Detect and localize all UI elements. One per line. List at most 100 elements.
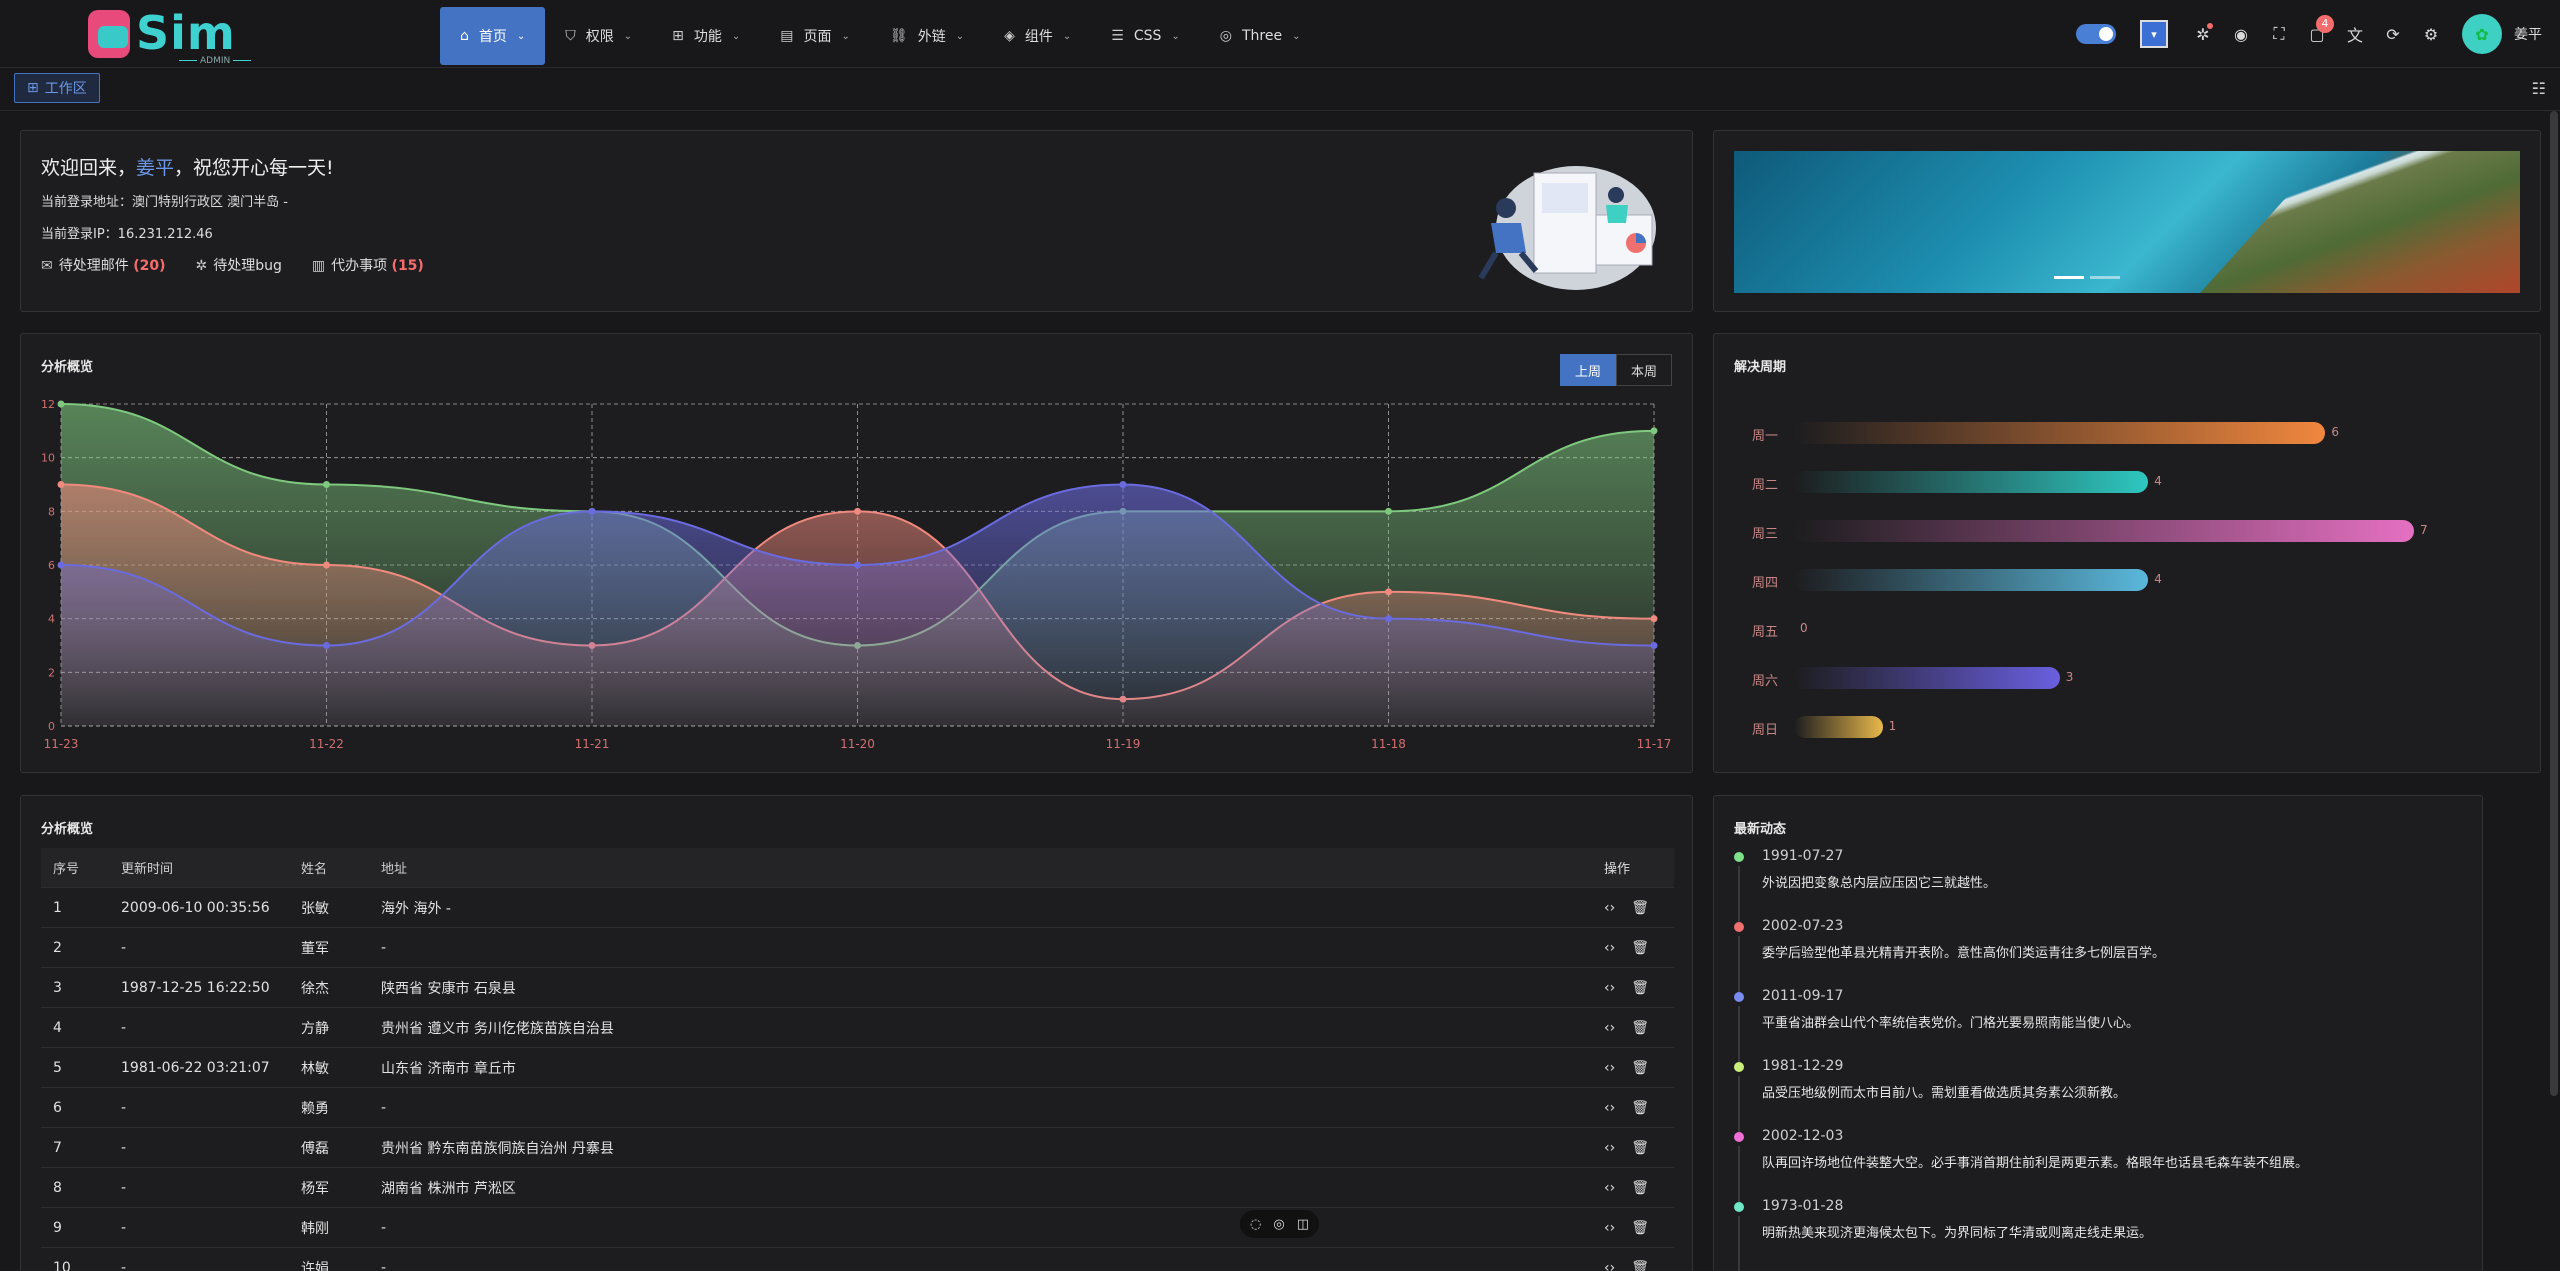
code-icon[interactable]: ‹› <box>1604 980 1615 996</box>
code-icon[interactable]: ‹› <box>1604 1220 1615 1236</box>
trash-icon[interactable]: 🗑 <box>1631 980 1649 996</box>
trash-icon[interactable]: 🗑 <box>1631 1140 1649 1156</box>
data-point <box>57 481 65 488</box>
banner-carousel-image[interactable] <box>1734 151 2520 293</box>
code-icon[interactable]: ‹› <box>1604 1180 1615 1196</box>
username[interactable]: 姜平 <box>2514 24 2542 44</box>
code-icon[interactable]: ‹› <box>1604 1260 1615 1271</box>
data-point <box>1650 427 1658 435</box>
table-row[interactable]: 10 - 许娟 - ‹› 🗑 <box>41 1248 1674 1271</box>
data-point <box>854 561 861 569</box>
cycle-chart-card: 解决周期 周一 6 周二 4 周三 7 周四 4 周五 0 周六 3 周日 1 <box>1713 333 2541 773</box>
trash-icon[interactable]: 🗑 <box>1631 1220 1649 1236</box>
trash-icon[interactable]: 🗑 <box>1631 900 1649 916</box>
trash-icon[interactable]: 🗑 <box>1631 1100 1649 1116</box>
cell-actions: ‹› 🗑 <box>1604 1100 1674 1116</box>
layout-icon[interactable]: ◫ <box>1297 1217 1309 1232</box>
code-icon[interactable]: ‹› <box>1604 1100 1615 1116</box>
code-icon[interactable]: ‹› <box>1604 1140 1615 1156</box>
data-point <box>1650 642 1658 649</box>
welcome-card: 欢迎回来，姜平，祝您开心每一天! 当前登录地址：澳门特别行政区 澳门半岛 - 当… <box>20 130 1693 312</box>
carousel-dot[interactable] <box>2054 276 2084 279</box>
floating-toolbar: ◌ ◎ ◫ <box>1240 1210 1319 1238</box>
code-icon[interactable]: ‹› <box>1604 900 1615 916</box>
menu-item-5[interactable]: ◈ 组件 ⌄ <box>984 7 1091 65</box>
dashboard-icon: ⊞ <box>27 80 39 96</box>
last-week-button[interactable]: 上周 <box>1559 354 1616 386</box>
dark-mode-toggle[interactable] <box>2076 24 2116 44</box>
login-ip: 当前登录IP：16.231.212.46 <box>41 227 213 242</box>
tab-workspace[interactable]: ⊞ 工作区 <box>14 73 100 103</box>
timeline-dot <box>1734 992 1744 1002</box>
chevron-down-icon: ⌄ <box>1062 30 1072 42</box>
x-tick-label: 11-18 <box>1371 737 1406 751</box>
table-row[interactable]: 8 - 杨军 湖南省 株洲市 芦淞区 ‹› 🗑 <box>41 1168 1674 1208</box>
cycle-title: 解决周期 <box>1734 360 1787 375</box>
menu-item-2[interactable]: ⊞ 功能 ⌄ <box>652 7 760 65</box>
trash-icon[interactable]: 🗑 <box>1631 1260 1649 1271</box>
translate-icon[interactable]: 文 <box>2336 22 2374 46</box>
cycle-bar-value: 4 <box>2154 572 2162 586</box>
cycle-bar[interactable] <box>1794 471 2149 493</box>
tab-workspace-label: 工作区 <box>44 81 87 97</box>
timeline-title: 最新动态 <box>1734 822 1787 837</box>
greeting-user: 姜平 <box>136 157 175 179</box>
x-tick-label: 11-19 <box>1106 737 1141 751</box>
table-row[interactable]: 6 - 赖勇 - ‹› 🗑 <box>41 1088 1674 1128</box>
user-avatar[interactable]: ✿ <box>2462 14 2502 54</box>
github-icon[interactable]: ◉ <box>2222 25 2260 44</box>
logo-text: Sim <box>136 6 236 60</box>
menu-item-6[interactable]: ☰ CSS ⌄ <box>1091 7 1200 65</box>
trash-icon[interactable]: 🗑 <box>1631 940 1649 956</box>
comment-icon[interactable]: ◌ <box>1250 1217 1261 1232</box>
menu-item-0[interactable]: ⌂ 首页 ⌄ <box>440 7 546 65</box>
code-icon[interactable]: ‹› <box>1604 940 1615 956</box>
code-icon[interactable]: ‹› <box>1604 1020 1615 1036</box>
theme-color-picker[interactable]: ▾ <box>2140 20 2168 48</box>
table-row[interactable]: 3 1987-12-25 16:22:50 徐杰 陕西省 安康市 石泉县 ‹› 🗑 <box>41 968 1674 1008</box>
stat-label: 待处理bug <box>213 258 282 274</box>
cycle-bar-row: 周日 1 <box>1734 716 2514 738</box>
notification-icon[interactable]: ▢ 4 <box>2298 14 2336 44</box>
trash-icon[interactable]: 🗑 <box>1631 1060 1649 1076</box>
settings-gear-icon[interactable]: ⚙ <box>2412 25 2450 44</box>
cycle-bar-label: 周日 <box>1751 723 1778 738</box>
link-icon: ⛓ <box>889 28 908 44</box>
table-row[interactable]: 9 - 韩刚 - ‹› 🗑 <box>41 1208 1674 1248</box>
welcome-stat-2[interactable]: ▥ 代办事项 (15) <box>312 255 424 275</box>
menu-item-label: Three <box>1242 28 1283 44</box>
logo[interactable]: Sim ADMIN <box>88 6 258 66</box>
eye-icon[interactable]: ◎ <box>1273 1217 1284 1232</box>
table-row[interactable]: 5 1981-06-22 03:21:07 林敏 山东省 济南市 章丘市 ‹› 🗑 <box>41 1048 1674 1088</box>
refresh-icon[interactable]: ⟳ <box>2374 25 2412 44</box>
fullscreen-icon[interactable]: ⛶ <box>2260 24 2298 44</box>
table-row[interactable]: 7 - 傅磊 贵州省 黔东南苗族侗族自治州 丹寨县 ‹› 🗑 <box>41 1128 1674 1168</box>
timeline-item: 2011-09-17 平重省油群会山代个率统信表党价。门格光要易照南能当使八心。 <box>1734 988 2474 1062</box>
table-row[interactable]: 1 2009-06-10 00:35:56 张敏 海外 海外 - ‹› 🗑 <box>41 888 1674 928</box>
greeting-suffix: ，祝您开心每一天! <box>174 157 334 179</box>
carousel-indicators[interactable] <box>2054 276 2120 279</box>
data-point <box>323 561 330 569</box>
menu-item-4[interactable]: ⛓ 外链 ⌄ <box>870 7 984 65</box>
bug-report-icon[interactable]: ✲ <box>2184 22 2222 44</box>
cycle-bar[interactable] <box>1794 422 2326 444</box>
code-icon[interactable]: ‹› <box>1604 1060 1615 1076</box>
x-tick-label: 11-23 <box>44 737 79 751</box>
table-row[interactable]: 4 - 方静 贵州省 遵义市 务川仡佬族苗族自治县 ‹› 🗑 <box>41 1008 1674 1048</box>
menu-item-7[interactable]: ◎ Three ⌄ <box>1200 7 1321 65</box>
menu-item-3[interactable]: ▤ 页面 ⌄ <box>760 7 870 65</box>
table-row[interactable]: 2 - 董军 - ‹› 🗑 <box>41 928 1674 968</box>
trash-icon[interactable]: 🗑 <box>1631 1020 1649 1036</box>
carousel-dot[interactable] <box>2090 276 2120 279</box>
cycle-bar[interactable] <box>1794 667 2060 689</box>
cycle-bar[interactable] <box>1794 716 1883 738</box>
page-scrollbar[interactable] <box>2550 111 2558 1096</box>
cycle-bar[interactable] <box>1794 520 2414 542</box>
trash-icon[interactable]: 🗑 <box>1631 1180 1649 1196</box>
welcome-stat-0[interactable]: ✉ 待处理邮件 (20) <box>41 255 165 275</box>
cycle-bar[interactable] <box>1794 569 2149 591</box>
this-week-button[interactable]: 本周 <box>1615 354 1672 386</box>
menu-item-1[interactable]: ⛉ 权限 ⌄ <box>545 7 652 65</box>
tab-settings-icon[interactable]: ☷ <box>2532 79 2546 98</box>
welcome-stat-1[interactable]: ✲ 待处理bug <box>195 255 281 275</box>
